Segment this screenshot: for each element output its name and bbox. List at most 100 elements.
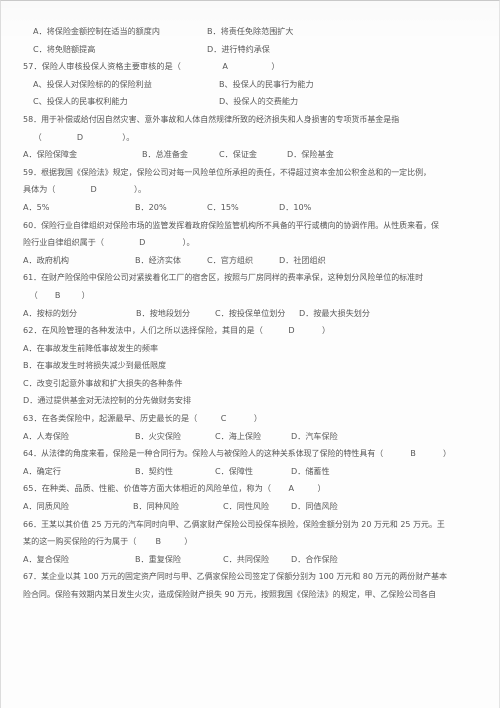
question-60-answer: D [139,237,146,248]
option-d: D．通过提供基金对无法控制的分先做财务安排 [23,395,192,406]
question-62-option-d-row: D．通过提供基金对无法控制的分先做财务安排 [23,392,481,410]
question-60-answer-line: 险行业自律组织属于（ D ）。 [23,234,481,252]
option-c: C．同性风险 [223,501,270,512]
option-b: B．契约性 [135,465,173,476]
option-d: D．社团组织 [279,254,326,265]
option-d: D．合作保险 [291,553,338,564]
question-61-stem: 61．在财产险保险中保险公司对紧挨着化工厂的宿舍区，按照与厂房同样的费率承保，这… [23,269,481,287]
question-60-options-row: A．政府机构 B．经济实体 C．官方组织 D．社团组织 [23,252,481,270]
option-b: B．火灾保险 [135,430,182,441]
question-67-stem-text: 67．某企业以其 100 万元的固定资产同时与甲、乙俩家保险公司签定了保额分别为… [23,572,448,582]
option-a: A．5% [23,201,50,212]
option-b: B、投保人的民事行为能力 [219,78,314,89]
question-63-stem: 63．在各类保险中，起源最早、历史最长的是（ C ） [23,410,481,428]
option-c: C．官方组织 [207,254,254,265]
question-61-answer: B [54,289,61,300]
option-c: C．将免赔额提高 [33,43,96,54]
question-62-stem-text: 62．在风险管理的各种发法中，人们之所以选择保险，其目的是（ [23,325,263,336]
option-a: A、投保人对保险标的的保险利益 [33,78,152,89]
bracket-close: ） [317,483,326,494]
option-c: C．15% [207,201,239,212]
option-b: B．将责任免除范围扩大 [207,26,294,36]
bracket-close: ） [81,289,90,300]
bracket-close: ） [442,449,451,459]
question-67-stem-text-2: 险合同。保险有效期内某日发生火灾，造成保险财产损失 90 万元，按照我国《保险法… [23,590,437,599]
question-64-answer: B [410,449,416,459]
bracket-close: ）。 [182,237,195,248]
question-65-stem: 65．在种类、品质、性能、价值等方面大体相近的风险单位，称为（ A ） [23,480,481,498]
bracket-close: ）。 [133,184,147,195]
question-57-stem-text: 57．保险人审核投保人资格主要审核的是（ [23,61,181,72]
question-58-answer-line: （ D ）。 [23,129,481,147]
question-66-stem: 66．王某以其价值 25 万元的汽车同时向甲、乙俩家财产保险公司投保车损险，保险… [23,516,481,534]
option-c: C．共同保险 [223,553,270,564]
question-57-answer: A [222,61,229,72]
question-66-answer-line: 某的这一购买保险的行为属于（ B ） [23,533,481,551]
question-64-stem-text: 64．从法律的角度来看，保险是一种合同行为。保险人与被保险人的这种关系体现了保险… [23,449,384,459]
option-a: A．同质风险 [23,501,70,512]
question-64-stem: 64．从法律的角度来看，保险是一种合同行为。保险人与被保险人的这种关系体现了保险… [23,445,481,463]
question-61-stem-text: 61．在财产险保险中保险公司对紧挨着化工厂的宿舍区，按照与厂房同样的费率承保，这… [23,273,424,283]
question-59-stem-continuation: 具体为（ [23,184,56,195]
question-66-stem-continuation: 某的这一购买保险的行为属于（ [23,536,137,547]
bracket-close: ） [184,536,193,547]
option-a: A．政府机构 [23,254,70,265]
option-a: A．按标的划分 [23,307,78,318]
question-63-options-row: A．人寿保险 B．火灾保险 C．海上保险 D．汽车保险 [23,428,481,446]
option-d: D．进行特约承保 [207,43,270,54]
option-a: A．将保险金额控制在适当的额度内 [33,26,160,36]
question-67-stem: 67．某企业以其 100 万元的固定资产同时与甲、乙俩家保险公司签定了保额分别为… [23,568,481,586]
question-60-stem: 60．保险行业自律组织对保险市场的监管发挥着政府保险监管机构所不具备的平行或横向… [23,217,481,235]
option-b: B．在事故发生时将损失减少到最低限度 [23,360,167,371]
question-67-stem-continuation: 险合同。保险有效期内某日发生火灾，造成保险财产损失 90 万元，按照我国《保险法… [23,586,481,604]
question-62-answer: D [288,325,295,336]
option-b: B．经济实体 [135,254,182,265]
option-d: D．按最大损失划分 [299,307,370,318]
option-c: C、投保人的民事权利能力 [33,96,128,107]
question-65-options-row: A．同质风险 B．同种风险 C．同性风险 D．同值风险 [23,498,481,516]
question-60-stem-text: 60．保险行业自律组织对保险市场的监管发挥着政府保险监管机构所不具备的平行或横向… [23,220,439,230]
option-d: D．保险基金 [287,149,334,160]
option-c: C．改变引起意外事故和扩大损失的各种条件 [23,377,183,388]
question-64-options-row: A．确定行 B．契约性 C．保障性 D．储蓄性 [23,463,481,481]
question-57-options-row-2: C、投保人的民事权利能力 D、投保人的交费能力 [23,93,481,111]
option-b: B．总准备金 [142,149,189,160]
question-62-stem: 62．在风险管理的各种发法中，人们之所以选择保险，其目的是（ D ） [23,322,481,340]
page-content: A．将保险金额控制在适当的额度内 B．将责任免除范围扩大 C．将免赔额提高 D．… [23,23,481,604]
question-66-stem-text: 66．王某以其价值 25 万元的汽车同时向甲、乙俩家财产保险公司投保车损险，保险… [23,519,445,529]
option-a: A．人寿保险 [23,430,70,441]
question-59-answer: D [90,184,97,195]
question-58-options-row: A．保险保障金 B．总准备金 C．保证金 D．保险基金 [23,146,481,164]
option-b: B．20% [135,201,167,212]
option-a: A．在事故发生前降低事故发生的频率 [23,342,159,353]
option-c: C．海上保险 [215,430,262,441]
question-56-options-row-1: A．将保险金额控制在适当的额度内 B．将责任免除范围扩大 [23,23,481,41]
question-66-options-row: A．复合保险 B．重复保险 C．共同保险 D．合作保险 [23,551,481,569]
question-61-options-row: A．按标的划分 B．按地段划分 C．按投保单位划分 D．按最大损失划分 [23,305,481,323]
option-a: A．复合保险 [23,553,70,564]
option-b: B．同种风险 [133,501,180,512]
option-a: A．确定行 [23,465,61,476]
question-65-stem-text: 65．在种类、品质、性能、价值等方面大体相近的风险单位，称为（ [23,483,272,494]
question-61-answer-line: （ B ） [23,287,481,305]
bracket-close: ）。 [122,131,135,142]
question-57-stem: 57．保险人审核投保人资格主要审核的是（ A ） [23,58,481,76]
question-59-stem-text: 59．根据我国《保险法》规定，保险公司对每一风险单位所承担的责任，不得超过资本金… [23,167,432,177]
bracket-open: （ [33,131,42,142]
question-57-options-row-1: A、投保人对保险标的的保险利益 B、投保人的民事行为能力 [23,76,481,94]
question-58-stem-text: 58．用于补偿或给付因自然灾害、意外事故和人体自然规律所致的经济损失和人身损害的… [23,114,400,124]
question-56-options-row-2: C．将免赔额提高 D．进行特约承保 [23,41,481,59]
option-c: C．保障性 [215,465,254,476]
bracket-close: ） [322,325,331,336]
question-57-bracket-close: ） [271,61,280,72]
bracket-open: （ [29,289,38,300]
question-63-stem-text: 63．在各类保险中，起源最早、历史最长的是（ [23,413,198,424]
question-58-stem: 58．用于补偿或给付因自然灾害、意外事故和人体自然规律所致的经济损失和人身损害的… [23,111,481,129]
option-d: D．同值风险 [291,501,338,512]
option-b: B．重复保险 [135,553,182,564]
option-b: B．按地段划分 [136,307,191,318]
option-d: D．汽车保险 [291,430,338,441]
option-a: A．保险保障金 [23,149,78,160]
option-c: C．按投保单位划分 [215,307,286,318]
question-62-option-a-row: A．在事故发生前降低事故发生的频率 [23,340,481,358]
